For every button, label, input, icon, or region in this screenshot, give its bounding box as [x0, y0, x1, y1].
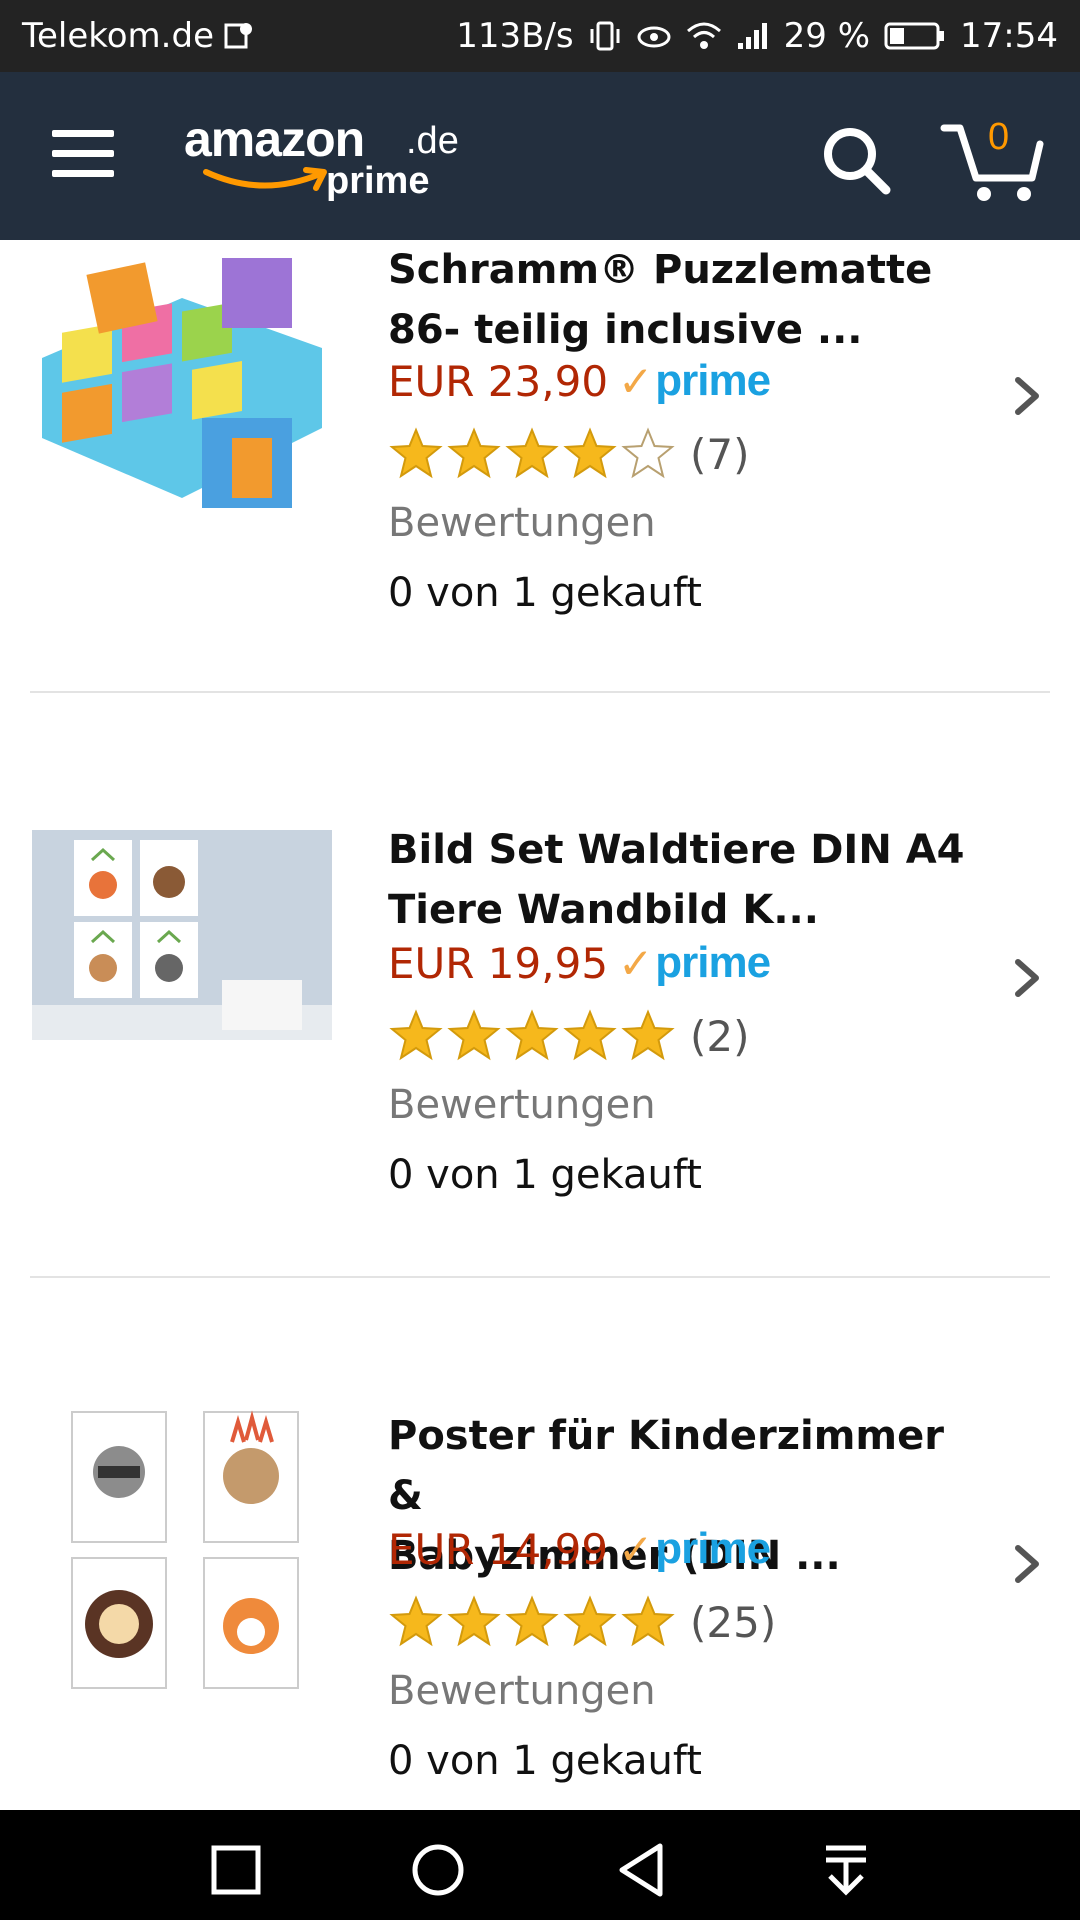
bought-status: 0 von 1 gekauft — [388, 570, 702, 616]
price-row: EUR 23,90 ✓ prime — [388, 356, 771, 406]
home-icon[interactable] — [408, 1840, 468, 1900]
product-title-line-1: Poster für Kinderzimmer & — [388, 1413, 944, 1519]
rating-row: (25) — [388, 1594, 776, 1650]
reviews-label: Bewertungen — [388, 500, 656, 546]
cart-count: 0 — [988, 116, 1010, 158]
notification-pull-icon[interactable] — [816, 1840, 876, 1900]
prime-badge: ✓ prime — [618, 356, 771, 406]
network-speed: 113B/s — [456, 16, 574, 56]
prime-check-icon: ✓ — [618, 1525, 654, 1574]
smile-arrow-icon — [203, 167, 327, 191]
prime-label: prime — [655, 1524, 771, 1573]
star-filled-icon — [563, 427, 617, 479]
product-price: EUR 14,99 — [388, 1524, 609, 1574]
product-title-line-2: 86- teilig inclusive ... — [388, 307, 863, 353]
star-rating — [388, 1008, 678, 1064]
star-empty-icon — [621, 427, 675, 479]
menu-icon[interactable] — [52, 130, 116, 178]
reviews-label: Bewertungen — [388, 1082, 656, 1128]
logo-domain: .de — [406, 120, 459, 162]
system-nav-bar — [0, 1810, 1080, 1920]
star-filled-icon — [505, 427, 559, 479]
review-count: (25) — [690, 1597, 777, 1647]
eye-icon — [636, 21, 672, 51]
prime-check-icon: ✓ — [618, 357, 654, 406]
product-title-line-1: Schramm® Puzzlematte — [388, 247, 933, 293]
star-filled-icon — [389, 1595, 443, 1647]
wifi-icon — [686, 21, 722, 51]
star-filled-icon — [563, 1595, 617, 1647]
bought-status: 0 von 1 gekauft — [388, 1738, 702, 1784]
clock: 17:54 — [960, 16, 1058, 56]
amazon-prime-logo[interactable]: amazon .de prime — [184, 110, 459, 210]
product-image-woodland-prints[interactable] — [32, 830, 332, 1040]
rating-row: (7) — [388, 426, 750, 482]
vibrate-icon — [588, 19, 622, 53]
price-row: EUR 19,95 ✓ prime — [388, 938, 771, 988]
product-list: Schramm® Puzzlematte 86- teilig inclusiv… — [0, 240, 1080, 1810]
signal-icon — [736, 21, 770, 51]
product-image-puzzle-mat[interactable] — [32, 248, 332, 538]
product-title[interactable]: Bild Set Waldtiere DIN A4 Tiere Wandbild… — [388, 820, 988, 940]
star-filled-icon — [389, 427, 443, 479]
star-filled-icon — [505, 1595, 559, 1647]
carrier-label: Telekom.de — [22, 16, 214, 56]
product-item[interactable]: Poster für Kinderzimmer & Babyzimmer (DI… — [0, 1406, 1080, 1810]
cart-button[interactable]: 0 — [940, 116, 1050, 206]
product-title-line-2: Tiere Wandbild K... — [388, 887, 819, 933]
star-rating — [388, 1594, 678, 1650]
reviews-label: Bewertungen — [388, 1668, 656, 1714]
product-title-line-1: Bild Set Waldtiere DIN A4 — [388, 827, 965, 873]
star-filled-icon — [621, 1009, 675, 1061]
divider — [30, 691, 1050, 693]
recents-icon[interactable] — [206, 1840, 266, 1900]
bought-status: 0 von 1 gekauft — [388, 1152, 702, 1198]
search-icon — [824, 128, 891, 195]
prime-label: prime — [655, 938, 771, 987]
product-price: EUR 23,90 — [388, 356, 609, 406]
product-item[interactable]: Schramm® Puzzlematte 86- teilig inclusiv… — [0, 240, 1080, 692]
star-filled-icon — [505, 1009, 559, 1061]
product-image-nursery-posters[interactable] — [32, 1406, 332, 1696]
logo-prime: prime — [326, 160, 430, 202]
review-count: (2) — [690, 1011, 750, 1061]
chevron-right-icon[interactable] — [1012, 956, 1042, 1000]
location-icon — [224, 19, 254, 53]
status-bar: Telekom.de 113B/s 29 % 17:54 — [0, 0, 1080, 72]
price-row: EUR 14,99 ✓ prime — [388, 1524, 771, 1574]
chevron-right-icon[interactable] — [1012, 374, 1042, 418]
star-filled-icon — [447, 427, 501, 479]
star-rating — [388, 426, 678, 482]
app-header: amazon .de prime 0 — [0, 72, 1080, 240]
star-filled-icon — [447, 1009, 501, 1061]
review-count: (7) — [690, 429, 750, 479]
star-filled-icon — [621, 1595, 675, 1647]
prime-check-icon: ✓ — [618, 939, 654, 988]
back-icon[interactable] — [612, 1840, 672, 1900]
product-item[interactable]: Bild Set Waldtiere DIN A4 Tiere Wandbild… — [0, 820, 1080, 1270]
prime-badge: ✓ prime — [618, 938, 771, 988]
battery-percent: 29 % — [783, 16, 871, 56]
battery-icon — [884, 21, 946, 51]
star-filled-icon — [389, 1009, 443, 1061]
prime-label: prime — [655, 356, 771, 405]
search-button[interactable] — [816, 120, 896, 200]
star-filled-icon — [563, 1009, 617, 1061]
divider — [30, 1276, 1050, 1278]
star-filled-icon — [447, 1595, 501, 1647]
product-price: EUR 19,95 — [388, 938, 609, 988]
prime-badge: ✓ prime — [618, 1524, 771, 1574]
rating-row: (2) — [388, 1008, 750, 1064]
chevron-right-icon[interactable] — [1012, 1542, 1042, 1586]
product-title[interactable]: Schramm® Puzzlematte 86- teilig inclusiv… — [388, 240, 988, 360]
